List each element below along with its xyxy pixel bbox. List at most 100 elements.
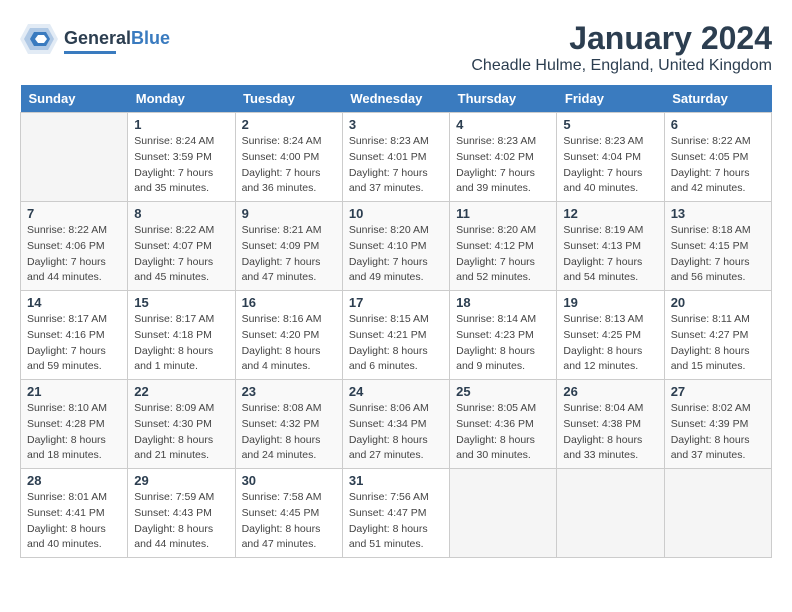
day-number: 4 bbox=[456, 117, 550, 132]
day-number: 8 bbox=[134, 206, 228, 221]
calendar-cell bbox=[450, 469, 557, 558]
day-info: Sunrise: 8:06 AM Sunset: 4:34 PM Dayligh… bbox=[349, 401, 443, 464]
day-info: Sunrise: 8:16 AM Sunset: 4:20 PM Dayligh… bbox=[242, 312, 336, 375]
calendar-cell: 12Sunrise: 8:19 AM Sunset: 4:13 PM Dayli… bbox=[557, 202, 664, 291]
logo-icon bbox=[20, 20, 58, 63]
day-number: 11 bbox=[456, 206, 550, 221]
day-number: 28 bbox=[27, 473, 121, 488]
calendar-cell: 13 Sunrise: 8:18 AM Sunset: 4:15 PM Dayli… bbox=[664, 202, 771, 291]
calendar-cell: 18Sunrise: 8:14 AM Sunset: 4:23 PM Dayli… bbox=[450, 291, 557, 380]
day-info: Sunrise: 7:56 AM Sunset: 4:47 PM Dayligh… bbox=[349, 490, 443, 553]
calendar-cell: 6 Sunrise: 8:22 AM Sunset: 4:05 PM Daylig… bbox=[664, 113, 771, 202]
calendar-cell: 30Sunrise: 7:58 AM Sunset: 4:45 PM Dayli… bbox=[235, 469, 342, 558]
calendar-cell: 20 Sunrise: 8:11 AM Sunset: 4:27 PM Dayli… bbox=[664, 291, 771, 380]
day-number: 20 bbox=[671, 295, 765, 310]
day-number: 23 bbox=[242, 384, 336, 399]
page-subtitle: Cheadle Hulme, England, United Kingdom bbox=[471, 57, 772, 75]
calendar-cell: 4 Sunrise: 8:23 AM Sunset: 4:02 PM Daylig… bbox=[450, 113, 557, 202]
day-number: 16 bbox=[242, 295, 336, 310]
calendar-cell: 15 Sunrise: 8:17 AM Sunset: 4:18 PM Dayli… bbox=[128, 291, 235, 380]
day-number: 3 bbox=[349, 117, 443, 132]
day-header-wednesday: Wednesday bbox=[342, 85, 449, 113]
calendar-cell bbox=[664, 469, 771, 558]
day-info: Sunrise: 8:04 AM Sunset: 4:38 PM Dayligh… bbox=[563, 401, 657, 464]
calendar-week-1: 1Sunrise: 8:24 AM Sunset: 3:59 PM Daylig… bbox=[21, 113, 772, 202]
day-number: 15 bbox=[134, 295, 228, 310]
day-number: 7 bbox=[27, 206, 121, 221]
day-info: Sunrise: 8:23 AM Sunset: 4:02 PM Dayligh… bbox=[456, 134, 550, 197]
calendar-cell: 9Sunrise: 8:21 AM Sunset: 4:09 PM Daylig… bbox=[235, 202, 342, 291]
calendar-cell: 10Sunrise: 8:20 AM Sunset: 4:10 PM Dayli… bbox=[342, 202, 449, 291]
calendar-cell: 25Sunrise: 8:05 AM Sunset: 4:36 PM Dayli… bbox=[450, 380, 557, 469]
calendar-cell: 23Sunrise: 8:08 AM Sunset: 4:32 PM Dayli… bbox=[235, 380, 342, 469]
calendar-cell: 29Sunrise: 7:59 AM Sunset: 4:43 PM Dayli… bbox=[128, 469, 235, 558]
day-number: 6 bbox=[671, 117, 765, 132]
title-block: January 2024 Cheadle Hulme, England, Uni… bbox=[471, 20, 772, 75]
calendar-cell: 7 Sunrise: 8:22 AM Sunset: 4:06 PM Daylig… bbox=[21, 202, 128, 291]
calendar-cell: 11 Sunrise: 8:20 AM Sunset: 4:12 PM Dayli… bbox=[450, 202, 557, 291]
day-number: 22 bbox=[134, 384, 228, 399]
calendar-body: 1Sunrise: 8:24 AM Sunset: 3:59 PM Daylig… bbox=[21, 113, 772, 558]
day-info: Sunrise: 8:18 AM Sunset: 4:15 PM Dayligh… bbox=[671, 223, 765, 286]
calendar-cell: 14 Sunrise: 8:17 AM Sunset: 4:16 PM Dayli… bbox=[21, 291, 128, 380]
day-info: Sunrise: 8:11 AM Sunset: 4:27 PM Dayligh… bbox=[671, 312, 765, 375]
calendar-cell: 28Sunrise: 8:01 AM Sunset: 4:41 PM Dayli… bbox=[21, 469, 128, 558]
day-info: Sunrise: 8:23 AM Sunset: 4:01 PM Dayligh… bbox=[349, 134, 443, 197]
calendar-cell bbox=[21, 113, 128, 202]
day-info: Sunrise: 8:22 AM Sunset: 4:05 PM Dayligh… bbox=[671, 134, 765, 197]
day-info: Sunrise: 8:15 AM Sunset: 4:21 PM Dayligh… bbox=[349, 312, 443, 375]
page-header: GeneralBlue January 2024 Cheadle Hulme, … bbox=[20, 20, 772, 75]
day-header-friday: Friday bbox=[557, 85, 664, 113]
day-number: 14 bbox=[27, 295, 121, 310]
calendar-cell: 26Sunrise: 8:04 AM Sunset: 4:38 PM Dayli… bbox=[557, 380, 664, 469]
logo-blue: Blue bbox=[131, 28, 170, 48]
day-info: Sunrise: 8:23 AM Sunset: 4:04 PM Dayligh… bbox=[563, 134, 657, 197]
calendar-week-3: 14 Sunrise: 8:17 AM Sunset: 4:16 PM Dayli… bbox=[21, 291, 772, 380]
day-number: 2 bbox=[242, 117, 336, 132]
calendar-cell: 17 Sunrise: 8:15 AM Sunset: 4:21 PM Dayli… bbox=[342, 291, 449, 380]
day-number: 13 bbox=[671, 206, 765, 221]
calendar-cell: 27Sunrise: 8:02 AM Sunset: 4:39 PM Dayli… bbox=[664, 380, 771, 469]
calendar-cell bbox=[557, 469, 664, 558]
day-info: Sunrise: 8:24 AM Sunset: 3:59 PM Dayligh… bbox=[134, 134, 228, 197]
day-info: Sunrise: 8:17 AM Sunset: 4:18 PM Dayligh… bbox=[134, 312, 228, 375]
day-header-saturday: Saturday bbox=[664, 85, 771, 113]
calendar-header-row: SundayMondayTuesdayWednesdayThursdayFrid… bbox=[21, 85, 772, 113]
calendar-cell: 31 Sunrise: 7:56 AM Sunset: 4:47 PM Dayli… bbox=[342, 469, 449, 558]
day-number: 21 bbox=[27, 384, 121, 399]
day-number: 17 bbox=[349, 295, 443, 310]
day-info: Sunrise: 8:10 AM Sunset: 4:28 PM Dayligh… bbox=[27, 401, 121, 464]
calendar-week-2: 7 Sunrise: 8:22 AM Sunset: 4:06 PM Daylig… bbox=[21, 202, 772, 291]
day-number: 19 bbox=[563, 295, 657, 310]
calendar-cell: 8 Sunrise: 8:22 AM Sunset: 4:07 PM Daylig… bbox=[128, 202, 235, 291]
day-info: Sunrise: 8:24 AM Sunset: 4:00 PM Dayligh… bbox=[242, 134, 336, 197]
day-info: Sunrise: 8:22 AM Sunset: 4:06 PM Dayligh… bbox=[27, 223, 121, 286]
day-number: 30 bbox=[242, 473, 336, 488]
day-info: Sunrise: 8:09 AM Sunset: 4:30 PM Dayligh… bbox=[134, 401, 228, 464]
calendar-cell: 1Sunrise: 8:24 AM Sunset: 3:59 PM Daylig… bbox=[128, 113, 235, 202]
day-info: Sunrise: 8:02 AM Sunset: 4:39 PM Dayligh… bbox=[671, 401, 765, 464]
page-title: January 2024 bbox=[471, 20, 772, 57]
day-number: 9 bbox=[242, 206, 336, 221]
calendar-cell: 22 Sunrise: 8:09 AM Sunset: 4:30 PM Dayli… bbox=[128, 380, 235, 469]
day-info: Sunrise: 8:20 AM Sunset: 4:10 PM Dayligh… bbox=[349, 223, 443, 286]
calendar-cell: 21 Sunrise: 8:10 AM Sunset: 4:28 PM Dayli… bbox=[21, 380, 128, 469]
day-info: Sunrise: 8:20 AM Sunset: 4:12 PM Dayligh… bbox=[456, 223, 550, 286]
day-info: Sunrise: 8:22 AM Sunset: 4:07 PM Dayligh… bbox=[134, 223, 228, 286]
day-header-tuesday: Tuesday bbox=[235, 85, 342, 113]
calendar-cell: 3 Sunrise: 8:23 AM Sunset: 4:01 PM Daylig… bbox=[342, 113, 449, 202]
calendar-week-5: 28Sunrise: 8:01 AM Sunset: 4:41 PM Dayli… bbox=[21, 469, 772, 558]
day-number: 18 bbox=[456, 295, 550, 310]
day-info: Sunrise: 8:17 AM Sunset: 4:16 PM Dayligh… bbox=[27, 312, 121, 375]
day-header-sunday: Sunday bbox=[21, 85, 128, 113]
day-number: 24 bbox=[349, 384, 443, 399]
day-info: Sunrise: 8:19 AM Sunset: 4:13 PM Dayligh… bbox=[563, 223, 657, 286]
day-number: 29 bbox=[134, 473, 228, 488]
logo-underline bbox=[64, 51, 116, 54]
logo-text: GeneralBlue bbox=[64, 29, 170, 54]
calendar-cell: 2 Sunrise: 8:24 AM Sunset: 4:00 PM Daylig… bbox=[235, 113, 342, 202]
day-number: 31 bbox=[349, 473, 443, 488]
calendar-week-4: 21 Sunrise: 8:10 AM Sunset: 4:28 PM Dayli… bbox=[21, 380, 772, 469]
calendar-cell: 5Sunrise: 8:23 AM Sunset: 4:04 PM Daylig… bbox=[557, 113, 664, 202]
calendar-table: SundayMondayTuesdayWednesdayThursdayFrid… bbox=[20, 85, 772, 558]
